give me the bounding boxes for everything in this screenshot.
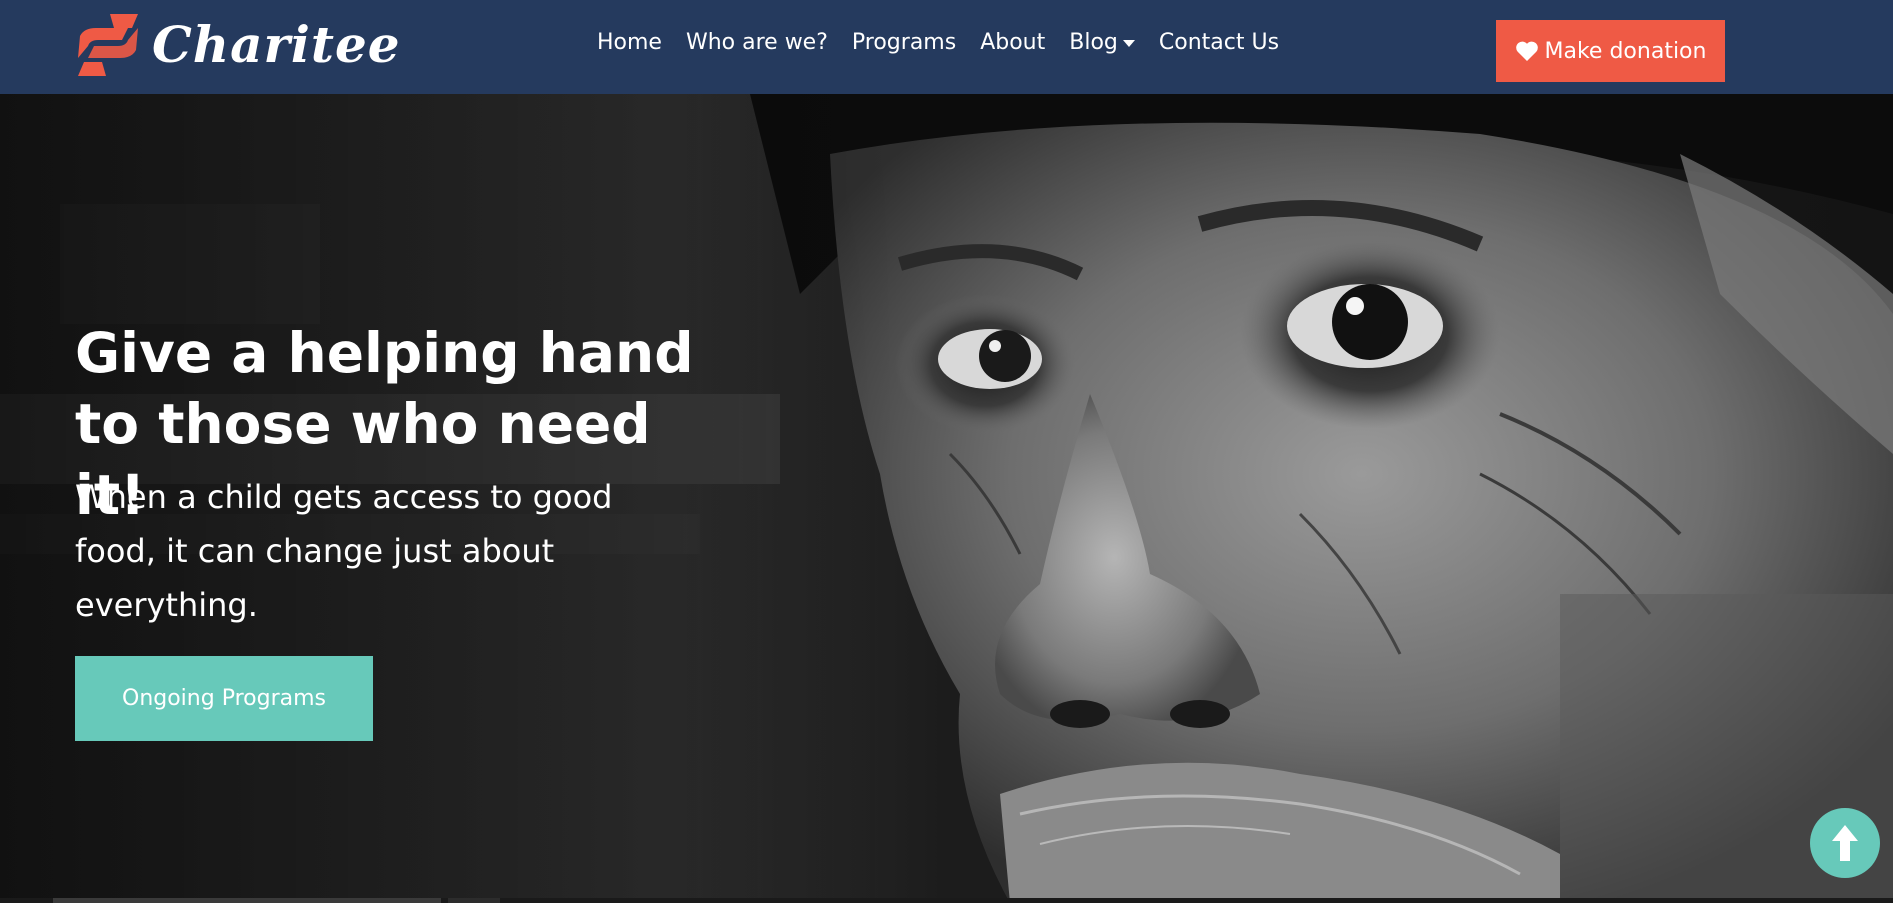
scrollbar-segment [448, 898, 500, 903]
brand-name: Charitee [152, 15, 401, 74]
make-donation-label: Make donation [1544, 38, 1707, 64]
arrow-up-icon [1832, 825, 1858, 861]
navbar: Charitee Home Who are we? Programs About… [0, 0, 1893, 94]
nav-link-home[interactable]: Home [597, 32, 662, 54]
make-donation-button[interactable]: Make donation [1496, 20, 1725, 82]
nav-link-blog-dropdown[interactable]: Blog [1069, 32, 1135, 54]
nav-item-blog: Blog [1069, 32, 1135, 54]
horizontal-scrollbar[interactable] [0, 898, 1893, 903]
nav-label: Programs [851, 30, 957, 55]
main-nav: Home Who are we? Programs About Blog Con… [597, 32, 1303, 54]
hero-subtitle: When a child gets access to good food, i… [75, 478, 613, 624]
nav-label: Contact Us [1158, 30, 1280, 55]
logo-icon [78, 14, 138, 76]
nav-label: Home [597, 30, 662, 55]
hero-section: Give a helping hand to those who need it… [0, 94, 1893, 903]
nav-item-contact: Contact Us [1159, 32, 1279, 54]
nav-label: Who are we? [685, 30, 828, 55]
nav-link-about[interactable]: About [980, 32, 1045, 54]
nav-item-about: About [980, 32, 1045, 54]
nav-item-home: Home [597, 32, 662, 54]
nav-label: About [980, 30, 1046, 55]
back-to-top-button[interactable] [1810, 808, 1880, 878]
heart-icon [1515, 41, 1538, 61]
scrollbar-thumb[interactable] [53, 898, 441, 903]
nav-link-contact-us[interactable]: Contact Us [1159, 32, 1279, 54]
nav-item-programs: Programs [852, 32, 956, 54]
brand-logo-link[interactable]: Charitee [70, 8, 401, 82]
ongoing-programs-button[interactable]: Ongoing Programs [75, 656, 373, 741]
nav-link-programs[interactable]: Programs [852, 32, 956, 54]
nav-label: Blog [1069, 30, 1118, 55]
caret-down-icon [1122, 39, 1135, 47]
nav-item-who-are-we: Who are we? [686, 32, 828, 54]
nav-link-who-are-we[interactable]: Who are we? [686, 32, 828, 54]
